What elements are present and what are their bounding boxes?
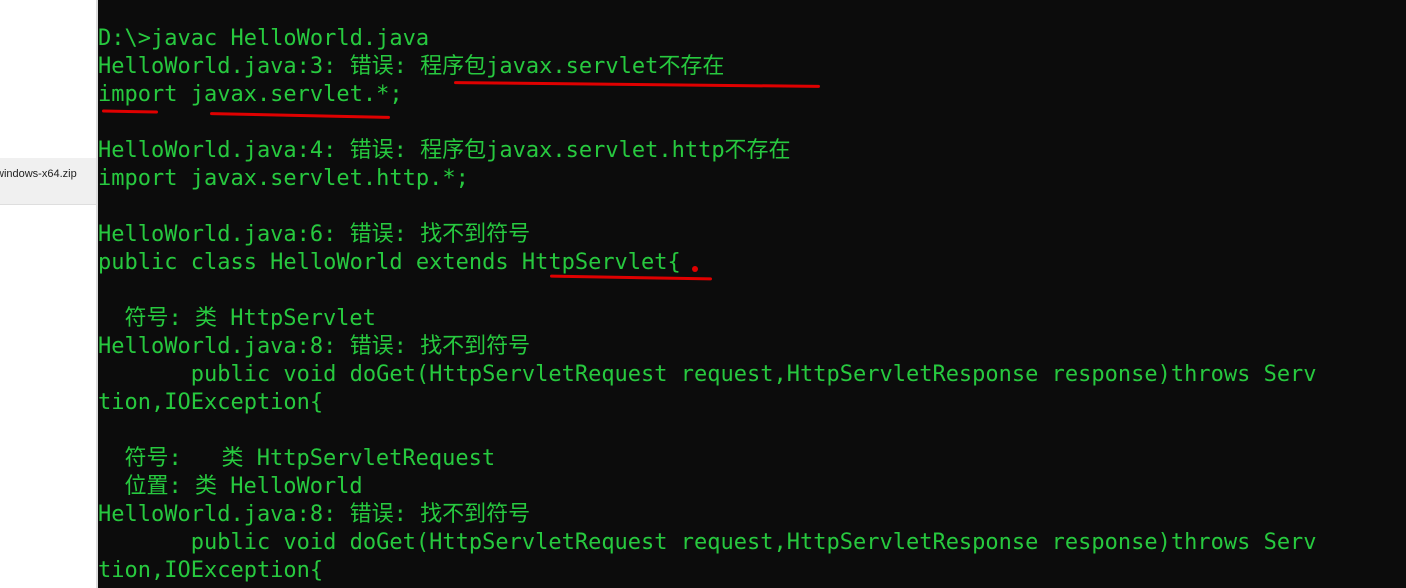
console-line-symbol-1: 符号: 类 HttpServlet — [98, 306, 376, 331]
console-line-method-1-cont: tion,IOException{ — [98, 390, 324, 415]
annotation-underline-import — [101, 109, 159, 114]
console-line-method-2: public void doGet(HttpServletRequest req… — [98, 530, 1317, 555]
console-line-location: 位置: 类 HelloWorld — [98, 474, 363, 499]
console-line-class-decl: public class HelloWorld extends HttpServ… — [98, 250, 681, 275]
console-line-error-3: HelloWorld.java:6: 错误: 找不到符号 — [98, 222, 531, 247]
console-line-error-5: HelloWorld.java:8: 错误: 找不到符号 — [98, 502, 531, 527]
file-name-label: windows-x64.zip — [0, 168, 77, 180]
annotation-underline-httpservlet — [549, 274, 713, 281]
console-line-import-1: import javax.servlet.*; — [98, 82, 403, 107]
console-line-error-1: HelloWorld.java:3: 错误: 程序包javax.servlet不… — [98, 54, 725, 79]
console-line-method-1: public void doGet(HttpServletRequest req… — [98, 362, 1317, 387]
annotation-pen-dot — [692, 266, 698, 272]
console-line-error-4: HelloWorld.java:8: 错误: 找不到符号 — [98, 334, 531, 359]
file-explorer-panel: windows-x64.zip — [0, 0, 98, 588]
console-line-error-2: HelloWorld.java:4: 错误: 程序包javax.servlet.… — [98, 138, 791, 163]
console-line-import-2: import javax.servlet.http.*; — [98, 166, 469, 191]
file-list-item[interactable]: windows-x64.zip — [0, 158, 96, 205]
console-line-command: D:\>javac HelloWorld.java — [98, 26, 430, 51]
console-line-method-2-cont: tion,IOException{ — [98, 558, 324, 583]
screenshot: windows-x64.zip D:\>javac HelloWorld.jav… — [0, 0, 1406, 588]
annotation-underline-package-error — [453, 81, 821, 88]
console-line-symbol-2: 符号: 类 HttpServletRequest — [98, 446, 496, 471]
annotation-underline-servlet-package — [209, 112, 391, 119]
command-prompt-window[interactable]: D:\>javac HelloWorld.java HelloWorld.jav… — [98, 0, 1406, 588]
